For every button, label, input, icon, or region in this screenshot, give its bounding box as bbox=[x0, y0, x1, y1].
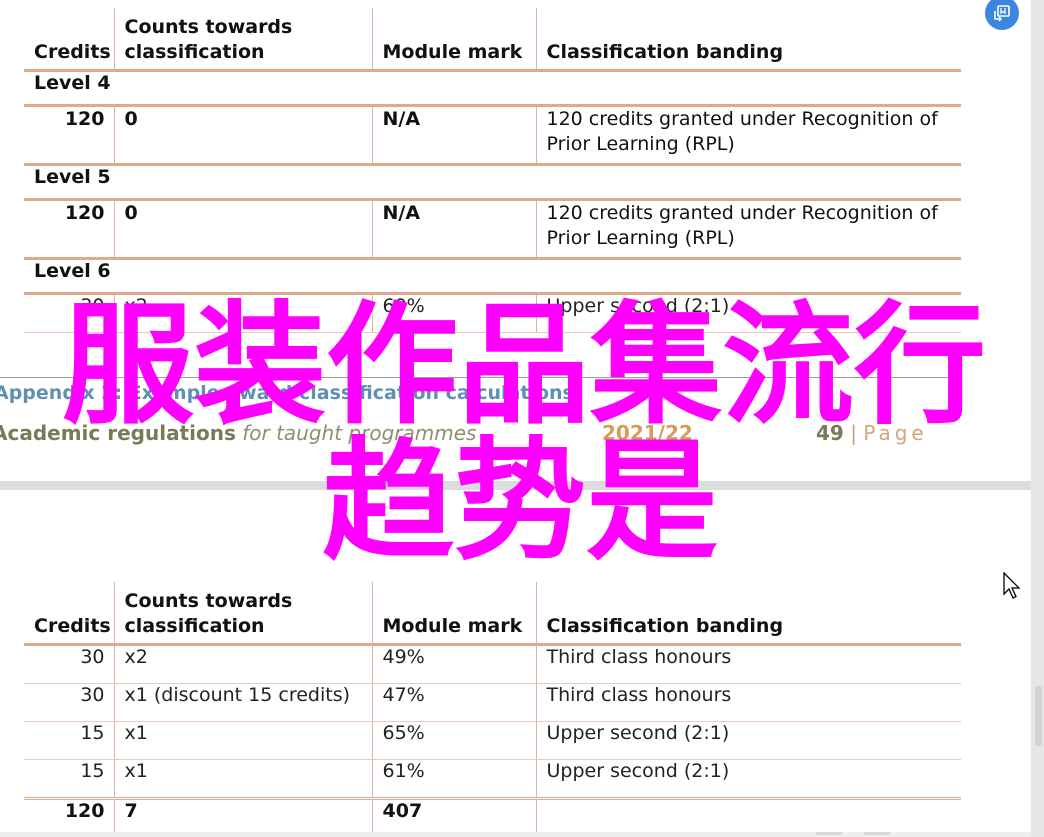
cell-banding: Upper second (2:1) bbox=[535, 759, 961, 799]
footer-regulations-bold: Academic regulations bbox=[0, 421, 236, 445]
header-classification-banding: Classification banding bbox=[535, 582, 961, 644]
cell-banding: Upper second (2:1) bbox=[535, 293, 961, 333]
translate-bookmark-icon bbox=[994, 5, 1010, 22]
cell-mark: N/A bbox=[371, 105, 536, 166]
table-row: 120 0 N/A 120 credits granted under Reco… bbox=[24, 105, 961, 166]
table-row: 30 x2 49% Third class honours bbox=[24, 644, 961, 684]
document-page-49: Credits Counts towards classification Mo… bbox=[0, 0, 1031, 481]
footer-regulations: Academic regulations for taught programm… bbox=[0, 421, 476, 445]
classification-table-bottom: Credits Counts towards classification Mo… bbox=[24, 582, 961, 836]
vertical-scrollbar[interactable] bbox=[1031, 0, 1044, 837]
level-row: Level 6 bbox=[24, 258, 961, 295]
table-row: 15 x1 65% Upper second (2:1) bbox=[24, 721, 961, 760]
page-gap bbox=[0, 481, 1031, 490]
total-mark: 407 bbox=[371, 796, 536, 836]
cell-banding: 120 credits granted under Recognition of… bbox=[535, 105, 961, 166]
level-row: Level 4 bbox=[24, 70, 961, 107]
cell-mark: N/A bbox=[371, 199, 536, 260]
footer-page-number: 49 | Page bbox=[816, 421, 928, 445]
cell-credits: 30 bbox=[24, 293, 114, 333]
horizontal-scrollbar[interactable] bbox=[0, 832, 1031, 837]
cell-credits: 120 bbox=[24, 199, 114, 260]
page-separator: | bbox=[850, 421, 857, 445]
header-credits: Credits bbox=[34, 40, 111, 63]
cell-credits: 15 bbox=[24, 759, 114, 799]
table-row: 30 x2 60% Upper second (2:1) bbox=[24, 293, 961, 333]
cell-mark: 47% bbox=[371, 683, 536, 722]
cell-counts: x2 bbox=[113, 293, 372, 333]
header-credits: Credits bbox=[34, 614, 111, 637]
total-row: 120 7 407 bbox=[24, 796, 961, 836]
scrollbar-thumb[interactable] bbox=[1035, 686, 1042, 746]
level-row: Level 5 bbox=[24, 164, 961, 201]
cell-banding: Third class honours bbox=[535, 683, 961, 722]
cell-counts: x2 bbox=[113, 644, 372, 684]
scroll-segment bbox=[816, 832, 842, 835]
cell-mark: 49% bbox=[371, 644, 536, 684]
cell-banding: Third class honours bbox=[535, 644, 961, 684]
total-counts: 7 bbox=[113, 796, 372, 836]
cell-mark: 60% bbox=[371, 293, 536, 333]
level-label: Level 5 bbox=[24, 164, 961, 201]
header-module-mark: Module mark bbox=[371, 8, 536, 70]
table-row: 30 x1 (discount 15 credits) 47% Third cl… bbox=[24, 683, 961, 722]
cell-mark: 65% bbox=[371, 721, 536, 760]
cell-banding: Upper second (2:1) bbox=[535, 721, 961, 760]
header-counts: Counts towards classification bbox=[113, 582, 372, 644]
cell-credits: 15 bbox=[24, 721, 114, 760]
level-label: Level 6 bbox=[24, 258, 961, 295]
page-word: Page bbox=[863, 421, 928, 445]
footer-divider bbox=[0, 377, 960, 378]
cell-counts: x1 bbox=[113, 721, 372, 760]
table-row: 120 0 N/A 120 credits granted under Reco… bbox=[24, 199, 961, 260]
mouse-pointer-icon bbox=[1003, 572, 1021, 599]
cell-credits: 30 bbox=[24, 683, 114, 722]
cell-credits: 120 bbox=[24, 105, 114, 166]
classification-table-top: Credits Counts towards classification Mo… bbox=[24, 8, 961, 333]
level-label: Level 4 bbox=[24, 70, 961, 107]
footer-year: 2021/22 bbox=[602, 421, 693, 445]
table-row: 15 x1 61% Upper second (2:1) bbox=[24, 759, 961, 799]
document-page-50: Credits Counts towards classification Mo… bbox=[0, 490, 1031, 837]
header-module-mark: Module mark bbox=[371, 582, 536, 644]
cell-mark: 61% bbox=[371, 759, 536, 799]
cell-counts: 0 bbox=[113, 199, 372, 260]
scroll-segment bbox=[864, 832, 890, 835]
translate-bookmark-button[interactable] bbox=[985, 0, 1019, 30]
cell-credits: 30 bbox=[24, 644, 114, 684]
header-classification-banding: Classification banding bbox=[535, 8, 961, 70]
total-banding bbox=[535, 796, 961, 836]
page-number: 49 bbox=[816, 421, 844, 445]
footer-regulations-italic: for taught programmes bbox=[235, 421, 477, 445]
header-counts: Counts towards classification bbox=[113, 8, 372, 70]
footer-appendix-title: Appendix 2: Example award classification… bbox=[0, 382, 574, 404]
cell-counts: 0 bbox=[113, 105, 372, 166]
cell-banding: 120 credits granted under Recognition of… bbox=[535, 199, 961, 260]
cell-counts: x1 (discount 15 credits) bbox=[113, 683, 372, 722]
total-credits: 120 bbox=[24, 796, 114, 836]
cell-counts: x1 bbox=[113, 759, 372, 799]
